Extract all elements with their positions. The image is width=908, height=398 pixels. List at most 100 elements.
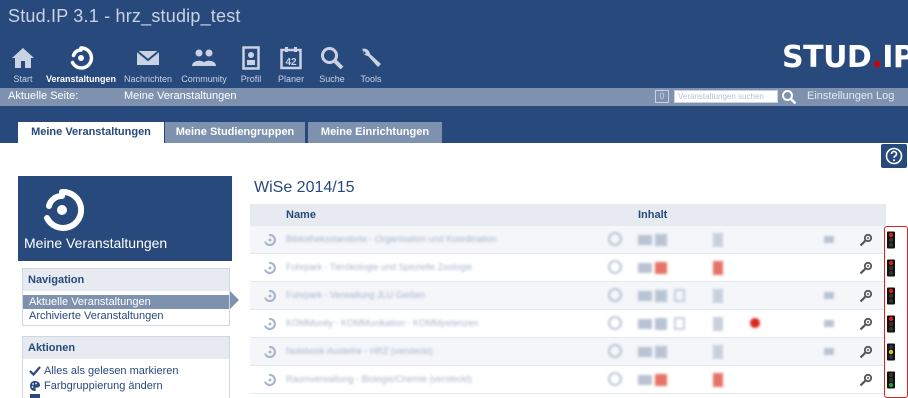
main-navigation: Start Veranstaltungen Nachrichten Community… bbox=[0, 34, 390, 86]
nav-item-profil[interactable]: Profil bbox=[232, 34, 270, 86]
table-row[interactable]: Bibliotheksstandorte - Organisation und … bbox=[250, 226, 895, 254]
nav-label: Planer bbox=[278, 74, 305, 84]
sidebar-item-aktuelle[interactable]: Aktuelle Veranstaltungen bbox=[23, 295, 229, 309]
course-icon bbox=[264, 318, 276, 330]
course-icon bbox=[264, 234, 276, 246]
nav-label: Tools bbox=[360, 74, 382, 84]
course-name[interactable]: KOMMunity - KOMMunikation - KOMMpetenzen bbox=[286, 318, 478, 328]
table-row[interactable]: KOMMunity - KOMMunikation - KOMMpetenzen bbox=[250, 310, 895, 338]
table-body: Bibliotheksstandorte - Organisation und … bbox=[250, 226, 895, 394]
breadcrumb-prefix: Aktuelle Seite: bbox=[8, 90, 79, 102]
notification-badge[interactable]: 0 bbox=[655, 90, 669, 103]
info-icon[interactable] bbox=[608, 260, 622, 276]
course-icon bbox=[264, 374, 276, 386]
tab-meine-veranstaltungen[interactable]: Meine Veranstaltungen bbox=[18, 122, 164, 143]
tab-meine-einrichtungen[interactable]: Meine Einrichtungen bbox=[308, 122, 442, 143]
action-label: Alles als gelesen markieren bbox=[44, 364, 179, 377]
course-name[interactable]: Fuhrpark - Tierökologie und Spezielle Zo… bbox=[286, 262, 472, 272]
new-content-icon[interactable] bbox=[748, 316, 762, 332]
logo-tail: IP bbox=[882, 40, 908, 75]
course-name[interactable]: Fuhrpark - Verwaltung JLU Gießen bbox=[286, 290, 425, 300]
info-icon[interactable] bbox=[608, 372, 622, 388]
document-icon[interactable] bbox=[712, 232, 724, 248]
table-row[interactable]: Raumverwaltung - Biologie/Chemie (verste… bbox=[250, 366, 895, 394]
forum-icon[interactable] bbox=[638, 372, 672, 388]
mail-icon bbox=[133, 43, 163, 73]
nav-item-community[interactable]: Community bbox=[176, 34, 232, 86]
info-icon[interactable] bbox=[608, 344, 622, 360]
gear-icon[interactable] bbox=[858, 232, 874, 248]
document-icon[interactable] bbox=[712, 316, 724, 332]
breadcrumb-bar: Aktuelle Seite: Meine Veranstaltungen 0 … bbox=[0, 88, 908, 106]
top-header: Stud.IP 3.1 - hrz_studip_test Start Veran… bbox=[0, 0, 908, 88]
tools-icon bbox=[356, 43, 386, 73]
studip-logo[interactable]: STUD.IP bbox=[782, 40, 908, 75]
course-icon bbox=[264, 346, 276, 358]
app-title: Stud.IP 3.1 - hrz_studip_test bbox=[8, 6, 241, 26]
course-name[interactable]: Raumverwaltung - Biologie/Chemie (verste… bbox=[286, 374, 472, 384]
forum-icon[interactable] bbox=[638, 232, 672, 248]
sidebar-item-archivierte[interactable]: Archivierte Veranstaltungen bbox=[23, 309, 229, 323]
nav-label: Suche bbox=[319, 74, 345, 84]
notification-icon[interactable] bbox=[822, 288, 836, 304]
breadcrumb-page[interactable]: Meine Veranstaltungen bbox=[124, 90, 237, 102]
table-row[interactable]: Fuhrpark - Verwaltung JLU Gießen bbox=[250, 282, 895, 310]
gear-icon[interactable] bbox=[858, 372, 874, 388]
nav-item-nachrichten[interactable]: Nachrichten bbox=[120, 34, 176, 86]
navigation-header: Navigation bbox=[23, 269, 229, 291]
forum-icon[interactable] bbox=[638, 316, 672, 332]
column-content: Inhalt bbox=[638, 209, 668, 221]
highlight-frame bbox=[884, 226, 908, 398]
document-icon[interactable] bbox=[712, 344, 724, 360]
sidebar-navigation-box: Navigation Aktuelle Veranstaltungen Arch… bbox=[22, 268, 230, 326]
forum-icon[interactable] bbox=[638, 344, 672, 360]
info-icon[interactable] bbox=[608, 288, 622, 304]
course-name[interactable]: Notebook-Ausleihe - HRZ (versteckt) bbox=[286, 346, 433, 356]
course-search-input[interactable]: Veranstaltungen suchen bbox=[674, 90, 778, 103]
notification-icon[interactable] bbox=[822, 344, 836, 360]
notification-icon[interactable] bbox=[822, 316, 836, 332]
logo-dot: . bbox=[871, 40, 883, 75]
actions-header: Aktionen bbox=[23, 337, 229, 359]
seminar-icon bbox=[66, 43, 96, 73]
logout-link[interactable]: Log bbox=[876, 90, 894, 102]
info-icon[interactable] bbox=[608, 316, 622, 332]
search-icon bbox=[317, 43, 347, 73]
table-row[interactable]: Fuhrpark - Tierökologie und Spezielle Zo… bbox=[250, 254, 895, 282]
forum-icon[interactable] bbox=[638, 288, 672, 304]
document-icon[interactable] bbox=[712, 260, 724, 276]
nav-item-suche[interactable]: Suche bbox=[312, 34, 352, 86]
column-name[interactable]: Name bbox=[286, 209, 316, 221]
settings-link[interactable]: Einstellungen bbox=[807, 90, 873, 102]
sidebar-separator bbox=[18, 261, 232, 265]
nav-label: Start bbox=[13, 74, 33, 84]
nav-item-planer[interactable]: 42 Planer bbox=[270, 34, 312, 86]
profile-icon bbox=[236, 43, 266, 73]
help-button[interactable] bbox=[881, 144, 907, 168]
nav-item-start[interactable]: Start bbox=[4, 34, 42, 86]
nav-label: Profil bbox=[240, 74, 262, 84]
wiki-icon[interactable] bbox=[674, 288, 686, 304]
gear-icon[interactable] bbox=[858, 288, 874, 304]
search-icon[interactable] bbox=[781, 89, 797, 105]
document-icon[interactable] bbox=[712, 288, 724, 304]
change-color-grouping-action[interactable]: Farbgruppierung ändern bbox=[23, 378, 229, 393]
nav-item-tools[interactable]: Tools bbox=[352, 34, 390, 86]
course-icon bbox=[264, 290, 276, 302]
mark-all-read-action[interactable]: Alles als gelesen markieren bbox=[23, 363, 229, 378]
table-row[interactable]: Notebook-Ausleihe - HRZ (versteckt) bbox=[250, 338, 895, 366]
calendar-icon: 42 bbox=[276, 43, 306, 73]
community-icon bbox=[189, 43, 219, 73]
nav-item-veranstaltungen[interactable]: Veranstaltungen bbox=[42, 34, 120, 86]
more-action[interactable] bbox=[23, 393, 229, 398]
tab-meine-studiengruppen[interactable]: Meine Studiengruppen bbox=[165, 122, 305, 143]
gear-icon[interactable] bbox=[858, 316, 874, 332]
forum-icon[interactable] bbox=[638, 260, 672, 276]
course-name[interactable]: Bibliotheksstandorte - Organisation und … bbox=[286, 234, 497, 244]
gear-icon[interactable] bbox=[858, 260, 874, 276]
wiki-icon[interactable] bbox=[674, 316, 686, 332]
info-icon[interactable] bbox=[608, 232, 622, 248]
notification-icon[interactable] bbox=[822, 232, 836, 248]
document-icon[interactable] bbox=[712, 372, 724, 388]
gear-icon[interactable] bbox=[858, 344, 874, 360]
